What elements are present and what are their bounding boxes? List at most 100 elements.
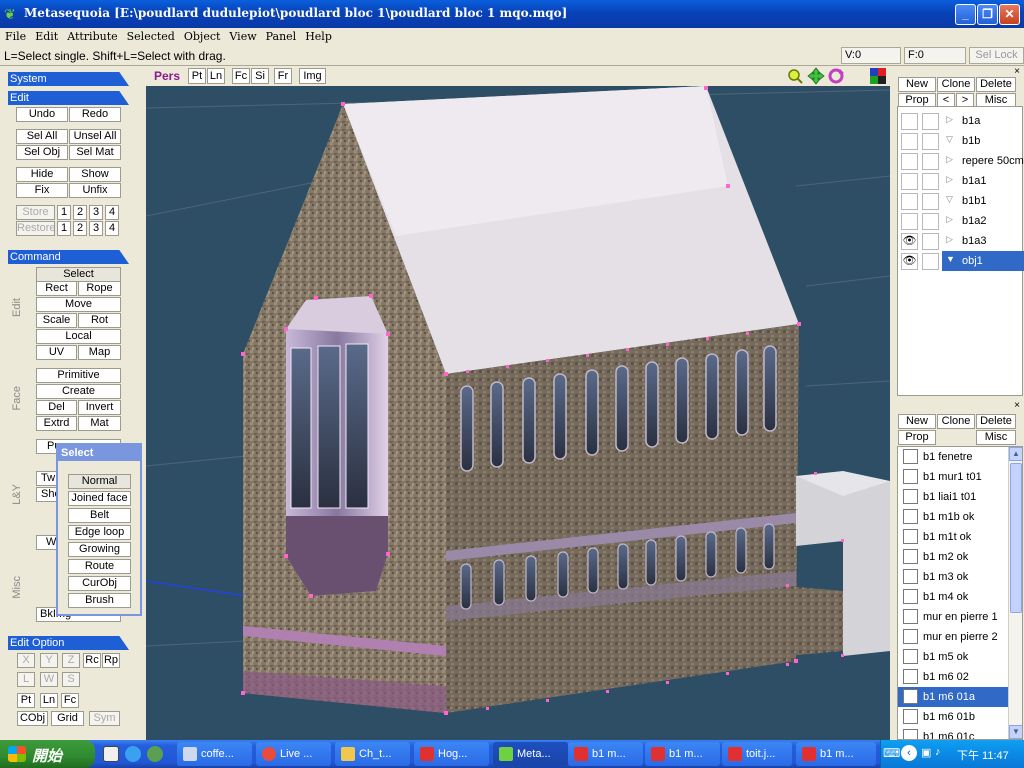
scroll-thumb[interactable]	[1010, 463, 1022, 613]
menu-panel[interactable]: Panel	[261, 28, 301, 43]
w-toggle[interactable]: W	[40, 672, 58, 687]
material-checkbox[interactable]	[903, 469, 918, 484]
close-button[interactable]: ✕	[999, 4, 1020, 25]
lock-toggle[interactable]	[922, 173, 939, 190]
object-panel-close-icon[interactable]: ×	[1014, 66, 1020, 77]
pan-icon[interactable]	[807, 67, 825, 85]
select-button[interactable]: Select	[36, 267, 121, 282]
move-button[interactable]: Move	[36, 297, 121, 312]
maximize-button[interactable]: ❐	[977, 4, 998, 25]
command-header[interactable]: Command	[8, 250, 129, 264]
perspective-mode[interactable]: Pers	[154, 69, 180, 83]
unfix-button[interactable]: Unfix	[69, 183, 121, 198]
media-player-icon[interactable]	[147, 746, 163, 762]
expand-icon[interactable]: ▼	[946, 254, 955, 264]
visibility-toggle[interactable]	[901, 133, 918, 150]
lock-toggle[interactable]	[922, 253, 939, 270]
volume-icon[interactable]: ♪	[935, 746, 941, 758]
mat-button[interactable]: Mat	[78, 416, 121, 431]
visibility-toggle[interactable]	[901, 213, 918, 230]
scale-button[interactable]: Scale	[36, 313, 77, 328]
select-belt-button[interactable]: Belt	[68, 508, 131, 523]
create-button[interactable]: Create	[36, 384, 121, 399]
lock-toggle[interactable]	[922, 213, 939, 230]
material-delete-button[interactable]: Delete	[976, 414, 1016, 429]
sel-mat-button[interactable]: Sel Mat	[69, 145, 121, 160]
visibility-toggle[interactable]	[901, 193, 918, 210]
material-checkbox[interactable]	[903, 569, 918, 584]
axis-y-toggle[interactable]: Y	[40, 653, 58, 668]
material-checkbox[interactable]	[903, 609, 918, 624]
scroll-down-icon[interactable]: ▼	[1009, 725, 1022, 739]
primitive-button[interactable]: Primitive	[36, 368, 121, 383]
store-slot-3[interactable]: 3	[89, 205, 103, 220]
list-item[interactable]: b1 m1b ok	[898, 507, 1008, 527]
object-clone-button[interactable]: Clone	[937, 77, 975, 92]
select-route-button[interactable]: Route	[68, 559, 131, 574]
select-growing-button[interactable]: Growing	[68, 542, 131, 557]
object-delete-button[interactable]: Delete	[976, 77, 1016, 92]
list-item[interactable]: b1 liai1 t01	[898, 487, 1008, 507]
task-button[interactable]: b1 m...	[796, 742, 876, 766]
edit-option-header[interactable]: Edit Option	[8, 636, 129, 650]
view-fc-toggle[interactable]: Fc	[232, 68, 250, 84]
list-item[interactable]: b1 m6 02	[898, 667, 1008, 687]
material-checkbox[interactable]	[903, 529, 918, 544]
expand-icon[interactable]: ▷	[946, 234, 953, 245]
material-checkbox[interactable]	[903, 729, 918, 739]
select-brush-button[interactable]: Brush	[68, 593, 131, 608]
material-new-button[interactable]: New	[898, 414, 936, 429]
expand-tray-icon[interactable]: ‹	[901, 745, 917, 761]
fix-button[interactable]: Fix	[16, 183, 68, 198]
store-slot-2[interactable]: 2	[73, 205, 87, 220]
material-panel-close-icon[interactable]: ×	[1014, 400, 1020, 411]
material-checkbox[interactable]	[903, 549, 918, 564]
lock-toggle[interactable]	[922, 133, 939, 150]
task-button[interactable]: b1 m...	[568, 742, 643, 766]
list-item[interactable]: ▽ b1b1	[898, 191, 1024, 211]
task-button[interactable]: b1 m...	[645, 742, 720, 766]
menu-selected[interactable]: Selected	[122, 28, 179, 43]
material-scrollbar[interactable]: ▲ ▼	[1008, 447, 1022, 739]
rope-button[interactable]: Rope	[78, 281, 121, 296]
list-item[interactable]: ▷ repere 50cm	[898, 151, 1024, 171]
material-checkbox[interactable]	[903, 669, 918, 684]
list-item[interactable]: b1 m6 01b	[898, 707, 1008, 727]
lock-toggle[interactable]	[922, 233, 939, 250]
material-checkbox[interactable]	[903, 449, 918, 464]
color-grid-icon[interactable]	[870, 68, 886, 84]
extrd-button[interactable]: Extrd	[36, 416, 77, 431]
task-button[interactable]: coffe...	[177, 742, 252, 766]
material-misc-button[interactable]: Misc	[976, 430, 1016, 445]
s-toggle[interactable]: S	[62, 672, 80, 687]
start-button[interactable]: 開始	[0, 740, 95, 768]
view-img-toggle[interactable]: Img	[299, 68, 326, 84]
task-button[interactable]: Live ...	[256, 742, 331, 766]
store-slot-4[interactable]: 4	[105, 205, 119, 220]
list-item[interactable]: ▷ b1a1	[898, 171, 1024, 191]
visibility-toggle[interactable]	[901, 153, 918, 170]
select-normal-button[interactable]: Normal	[68, 474, 131, 489]
local-button[interactable]: Local	[36, 329, 121, 344]
visibility-toggle[interactable]: 👁	[901, 233, 918, 250]
list-item[interactable]: 👁 ▷ b1a3	[898, 231, 1024, 251]
del-button[interactable]: Del	[36, 400, 77, 415]
view-ln-toggle[interactable]: Ln	[207, 68, 225, 84]
l-toggle[interactable]: L	[17, 672, 35, 687]
list-item[interactable]: ▷ b1a	[898, 111, 1024, 131]
visibility-toggle[interactable]	[901, 173, 918, 190]
select-curobj-button[interactable]: CurObj	[68, 576, 131, 591]
expand-icon[interactable]: ▷	[946, 174, 953, 185]
visibility-toggle[interactable]: 👁	[901, 253, 918, 270]
axis-x-toggle[interactable]: X	[17, 653, 35, 668]
system-header[interactable]: System	[8, 72, 129, 86]
object-new-button[interactable]: New	[898, 77, 936, 92]
expand-icon[interactable]: ▷	[946, 114, 953, 125]
list-item[interactable]: b1 mur1 t01	[898, 467, 1008, 487]
material-checkbox[interactable]	[903, 489, 918, 504]
list-item[interactable]: b1 m5 ok	[898, 647, 1008, 667]
rc-toggle[interactable]: Rc	[83, 653, 101, 668]
select-edge-loop-button[interactable]: Edge loop	[68, 525, 131, 540]
ln-toggle[interactable]: Ln	[40, 693, 58, 708]
menu-attribute[interactable]: Attribute	[62, 28, 121, 43]
